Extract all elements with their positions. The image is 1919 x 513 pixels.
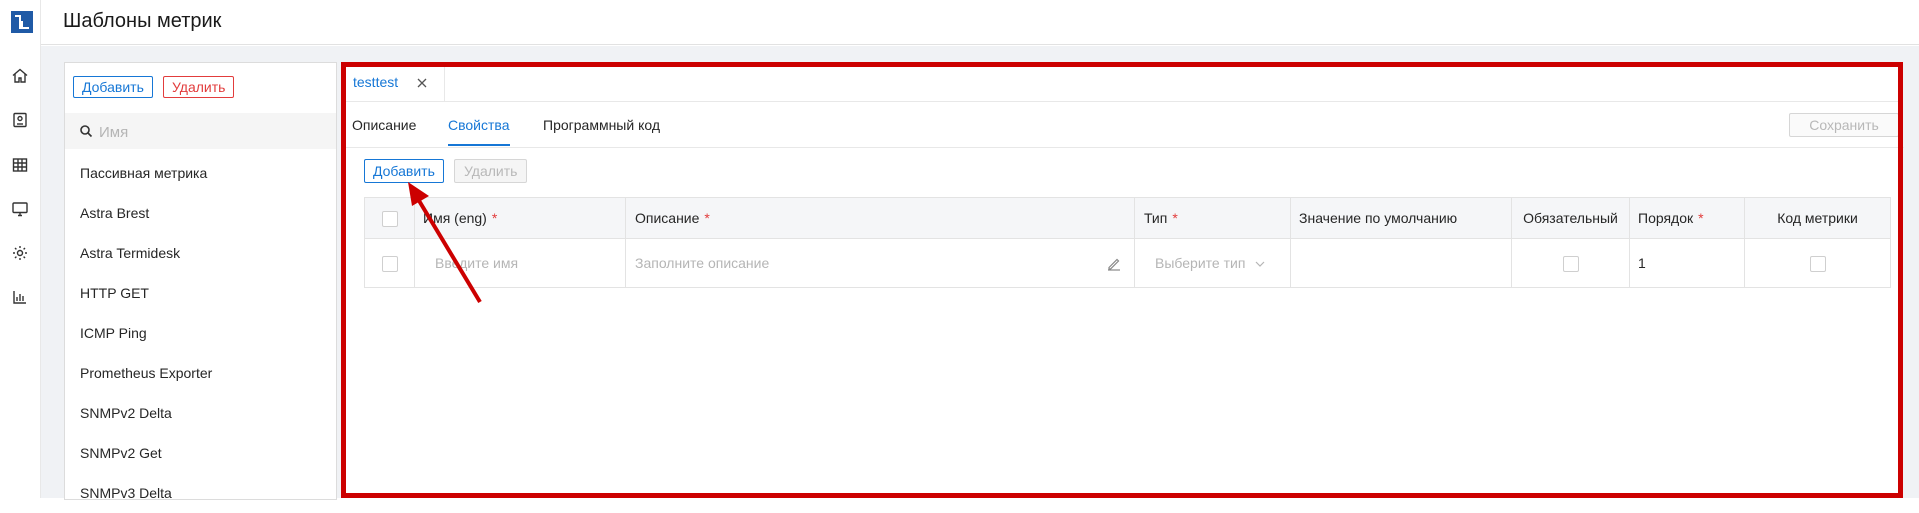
order-cell[interactable]: 1 — [1630, 239, 1745, 287]
list-item[interactable]: ICMP Ping — [65, 313, 336, 353]
open-tabs-bar: testtest — [344, 65, 1900, 102]
list-item[interactable]: HTTP GET — [65, 273, 336, 313]
name-input[interactable]: Введите имя — [435, 255, 518, 271]
section-tabs: Описание Свойства Программный код — [344, 105, 1904, 148]
type-cell[interactable]: Выберите тип — [1135, 239, 1291, 287]
column-required-label: Обязательный — [1523, 210, 1618, 226]
delete-property-button[interactable]: Удалить — [454, 159, 528, 183]
gear-icon[interactable] — [11, 244, 31, 264]
column-description-label: Описание — [635, 210, 700, 226]
row-checkbox[interactable] — [381, 256, 398, 273]
column-name-label: Имя (eng) — [423, 210, 487, 226]
column-type-label: Тип — [1144, 210, 1168, 226]
default-cell[interactable] — [1291, 239, 1512, 287]
list-item[interactable]: Prometheus Exporter — [65, 353, 336, 393]
column-metric-code-label: Код метрики — [1777, 210, 1858, 226]
active-tab-indicator — [448, 144, 510, 146]
type-select[interactable]: Выберите тип — [1155, 255, 1245, 271]
description-input[interactable]: Заполните описание — [635, 255, 769, 271]
open-tab-label: testtest — [353, 74, 399, 90]
required-cell — [1512, 239, 1630, 287]
column-default: Значение по умолчанию — [1291, 198, 1512, 238]
id-card-icon[interactable] — [11, 111, 31, 131]
page-title: Шаблоны метрик — [63, 10, 222, 32]
list-item[interactable]: Astra Brest — [65, 193, 336, 233]
open-tab-testtest[interactable]: testtest — [344, 65, 445, 101]
monitor-icon[interactable] — [11, 200, 31, 220]
pencil-icon[interactable] — [1106, 255, 1122, 271]
required-checkbox[interactable] — [1562, 256, 1579, 273]
metric-list-panel: Добавить Удалить Пассивная метрика Astra… — [64, 62, 337, 501]
tab-properties[interactable]: Свойства — [448, 117, 509, 133]
column-type: Тип * — [1135, 198, 1291, 238]
delete-metric-button[interactable]: Удалить — [163, 76, 235, 98]
tab-program-code[interactable]: Программный код — [543, 117, 660, 133]
search-box — [65, 113, 336, 149]
list-item[interactable]: SNMPv3 Delta — [65, 473, 336, 513]
column-order-label: Порядок — [1638, 210, 1694, 226]
name-cell[interactable]: Введите имя — [415, 239, 626, 287]
editor-panel: testtest Описание Свойства Программный к… — [343, 64, 1904, 498]
column-metric-code: Код метрики — [1745, 198, 1890, 238]
search-input[interactable] — [97, 120, 321, 144]
list-item[interactable]: SNMPv2 Get — [65, 433, 336, 473]
list-item[interactable]: Astra Termidesk — [65, 233, 336, 273]
properties-table: Имя (eng) * Описание * Тип * Значение по ум… — [364, 197, 1891, 288]
column-description: Описание * — [626, 198, 1135, 238]
row-select-cell — [365, 239, 415, 287]
header: Шаблоны метрик — [41, 0, 1919, 45]
metric-list: Пассивная метрика Astra Brest Astra Term… — [65, 153, 336, 513]
list-item[interactable]: Пассивная метрика — [65, 153, 336, 193]
table-header: Имя (eng) * Описание * Тип * Значение по ум… — [365, 198, 1890, 239]
table-row: Введите имя Заполните описание Выберите … — [365, 239, 1890, 287]
order-value: 1 — [1638, 255, 1646, 271]
column-name: Имя (eng) * — [415, 198, 626, 238]
column-default-label: Значение по умолчанию — [1299, 210, 1458, 226]
add-metric-button[interactable]: Добавить — [73, 76, 153, 98]
select-all-checkbox[interactable] — [381, 211, 398, 228]
tab-description[interactable]: Описание — [352, 117, 416, 133]
close-icon[interactable] — [416, 77, 428, 89]
chevron-down-icon — [1255, 261, 1265, 268]
add-property-button[interactable]: Добавить — [364, 159, 444, 183]
bar-chart-icon[interactable] — [11, 288, 31, 308]
select-all-cell — [365, 198, 415, 238]
search-icon — [80, 125, 93, 138]
icon-rail — [0, 0, 41, 498]
save-button[interactable]: Сохранить — [1789, 113, 1899, 137]
metric-code-checkbox[interactable] — [1809, 256, 1826, 273]
table-icon[interactable] — [11, 156, 31, 176]
description-cell[interactable]: Заполните описание — [626, 239, 1135, 287]
app-logo[interactable] — [11, 11, 33, 33]
metric-code-cell — [1745, 239, 1890, 287]
column-order: Порядок * — [1630, 198, 1745, 238]
list-item[interactable]: SNMPv2 Delta — [65, 393, 336, 433]
home-icon[interactable] — [11, 67, 31, 87]
column-required: Обязательный — [1512, 198, 1630, 238]
